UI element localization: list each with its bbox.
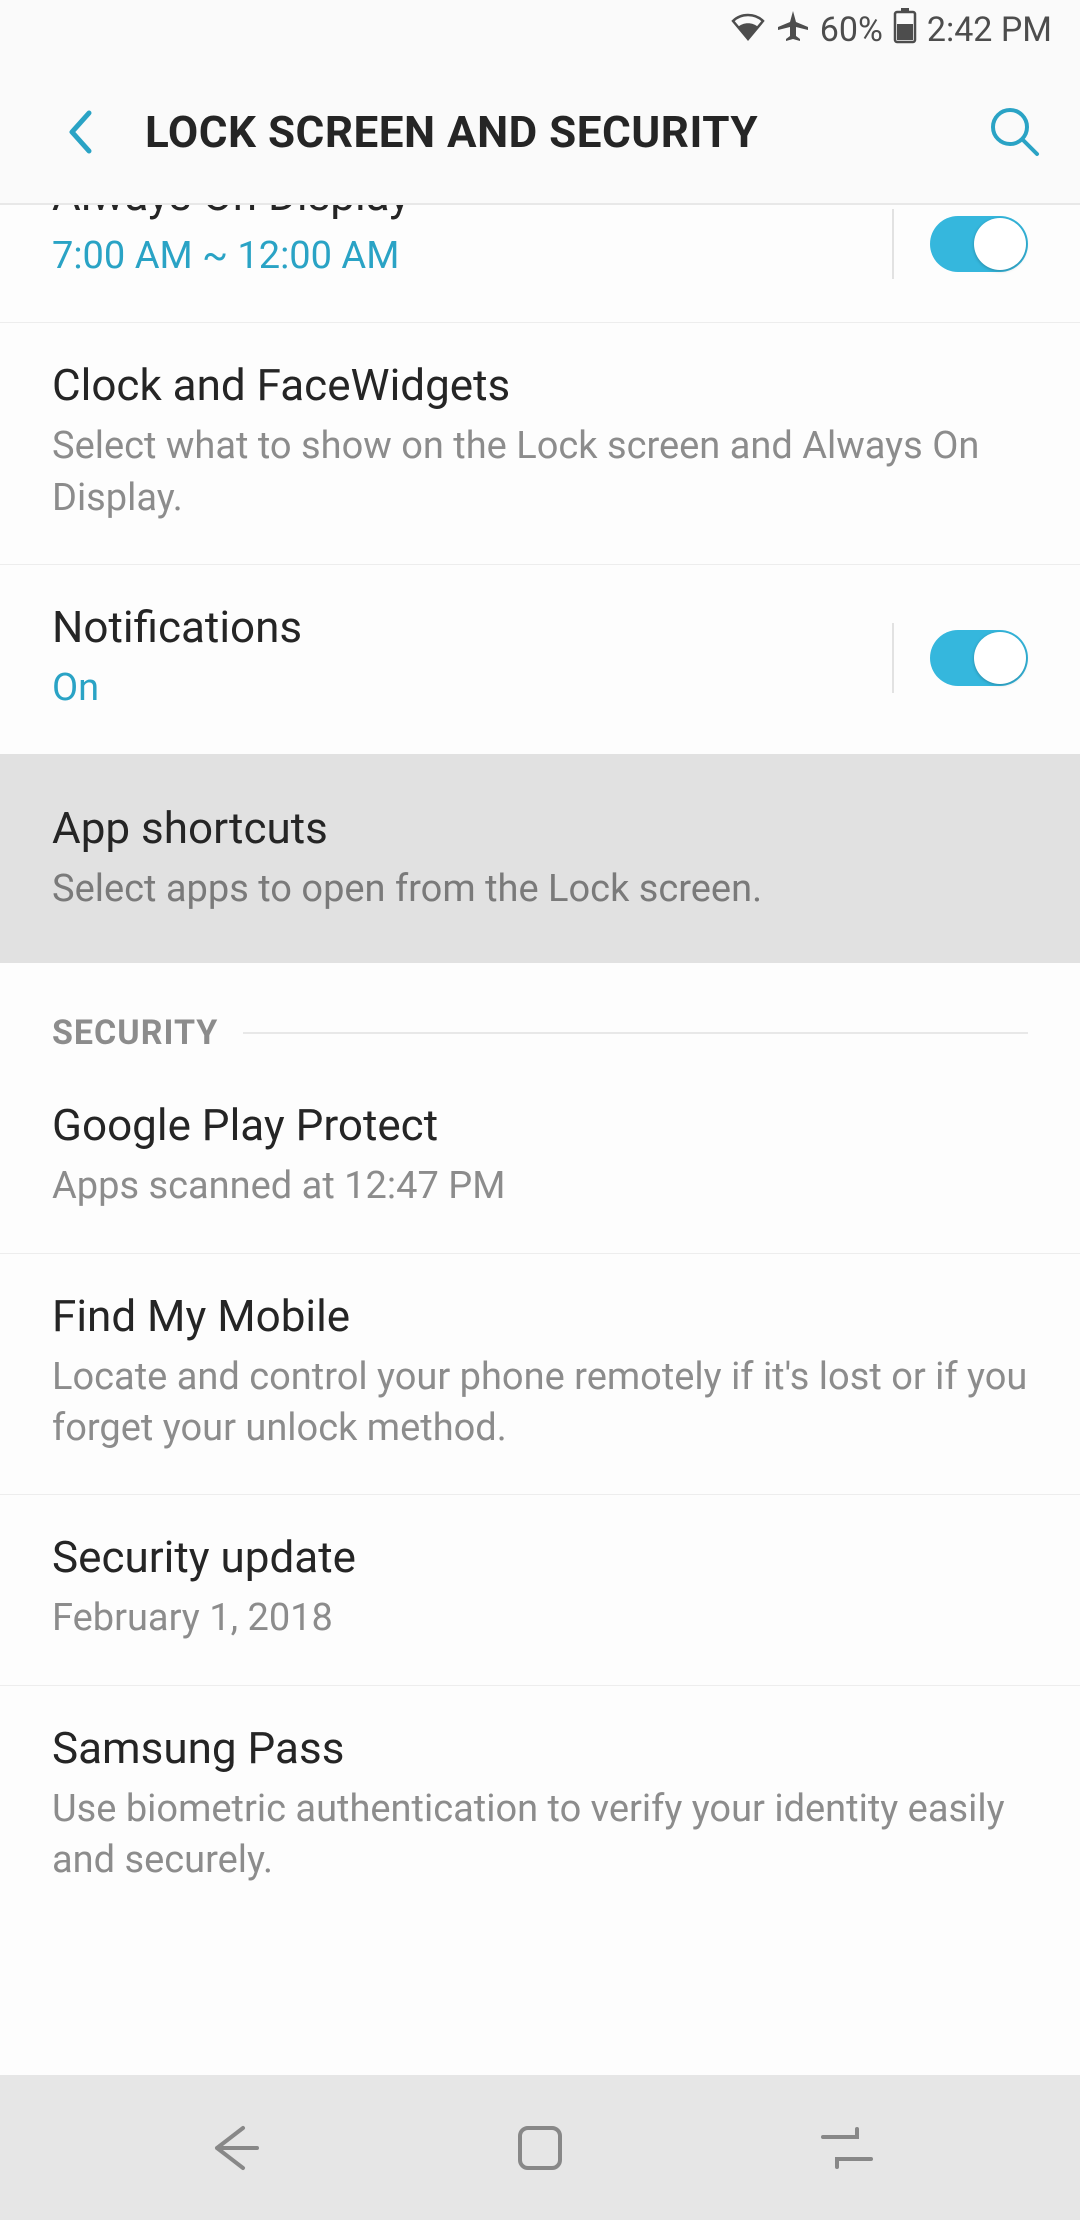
row-title: Security update [52, 1531, 1028, 1583]
row-google-play-protect[interactable]: Google Play Protect Apps scanned at 12:4… [0, 1063, 1080, 1253]
battery-percent: 60% [820, 10, 883, 50]
row-notifications[interactable]: Notifications On [0, 565, 1080, 754]
nav-home-button[interactable] [495, 2103, 585, 2193]
navigation-bar [0, 2075, 1080, 2220]
row-title: Samsung Pass [52, 1722, 1028, 1774]
row-title: Always On Display [52, 205, 892, 221]
status-clock: 2:42 PM [927, 10, 1052, 50]
app-bar: LOCK SCREEN AND SECURITY [0, 60, 1080, 205]
back-button[interactable] [55, 102, 105, 162]
row-always-on-display[interactable]: Always On Display 7:00 AM ~ 12:00 AM [0, 205, 1080, 323]
battery-icon [893, 8, 917, 53]
row-title: Google Play Protect [52, 1099, 1028, 1151]
row-title: Notifications [52, 601, 892, 653]
toggle-wrap [892, 623, 1028, 693]
settings-list[interactable]: Always On Display 7:00 AM ~ 12:00 AM Clo… [0, 205, 1080, 2075]
page-title: LOCK SCREEN AND SECURITY [145, 106, 980, 158]
chevron-left-icon [66, 109, 94, 155]
row-subtitle: Apps scanned at 12:47 PM [52, 1161, 1028, 1212]
status-bar: 60% 2:42 PM [0, 0, 1080, 60]
row-subtitle: Select apps to open from the Lock screen… [52, 864, 1028, 915]
row-security-update[interactable]: Security update February 1, 2018 [0, 1495, 1080, 1685]
row-title: Find My Mobile [52, 1290, 1028, 1342]
nav-back-button[interactable] [188, 2103, 278, 2193]
row-subtitle: Locate and control your phone remotely i… [52, 1352, 1028, 1455]
wifi-icon [730, 10, 766, 50]
row-subtitle: On [52, 663, 892, 714]
row-subtitle: February 1, 2018 [52, 1593, 1028, 1644]
separator [892, 623, 894, 693]
separator [892, 209, 894, 279]
row-subtitle: Select what to show on the Lock screen a… [52, 421, 1028, 524]
row-find-my-mobile[interactable]: Find My Mobile Locate and control your p… [0, 1254, 1080, 1496]
nav-home-icon [514, 2122, 566, 2174]
section-header-security: SECURITY [0, 963, 1080, 1063]
toggle-always-on-display[interactable] [930, 216, 1028, 272]
toggle-wrap [892, 209, 1028, 279]
airplane-icon [776, 9, 810, 52]
row-clock-facewidgets[interactable]: Clock and FaceWidgets Select what to sho… [0, 323, 1080, 565]
row-subtitle: 7:00 AM ~ 12:00 AM [52, 231, 892, 282]
nav-recents-button[interactable] [802, 2103, 892, 2193]
row-title: App shortcuts [52, 802, 1028, 854]
row-subtitle: Use biometric authentication to verify y… [52, 1784, 1028, 1887]
nav-back-icon [201, 2116, 265, 2180]
section-label: SECURITY [52, 1013, 218, 1053]
row-samsung-pass[interactable]: Samsung Pass Use biometric authenticatio… [0, 1686, 1080, 1927]
status-icons: 60% 2:42 PM [730, 8, 1052, 53]
row-app-shortcuts[interactable]: App shortcuts Select apps to open from t… [0, 754, 1080, 963]
toggle-notifications[interactable] [930, 630, 1028, 686]
search-button[interactable] [980, 97, 1050, 167]
search-icon [988, 105, 1042, 159]
nav-recents-icon [817, 2123, 877, 2173]
row-title: Clock and FaceWidgets [52, 359, 1028, 411]
divider [243, 1032, 1028, 1034]
